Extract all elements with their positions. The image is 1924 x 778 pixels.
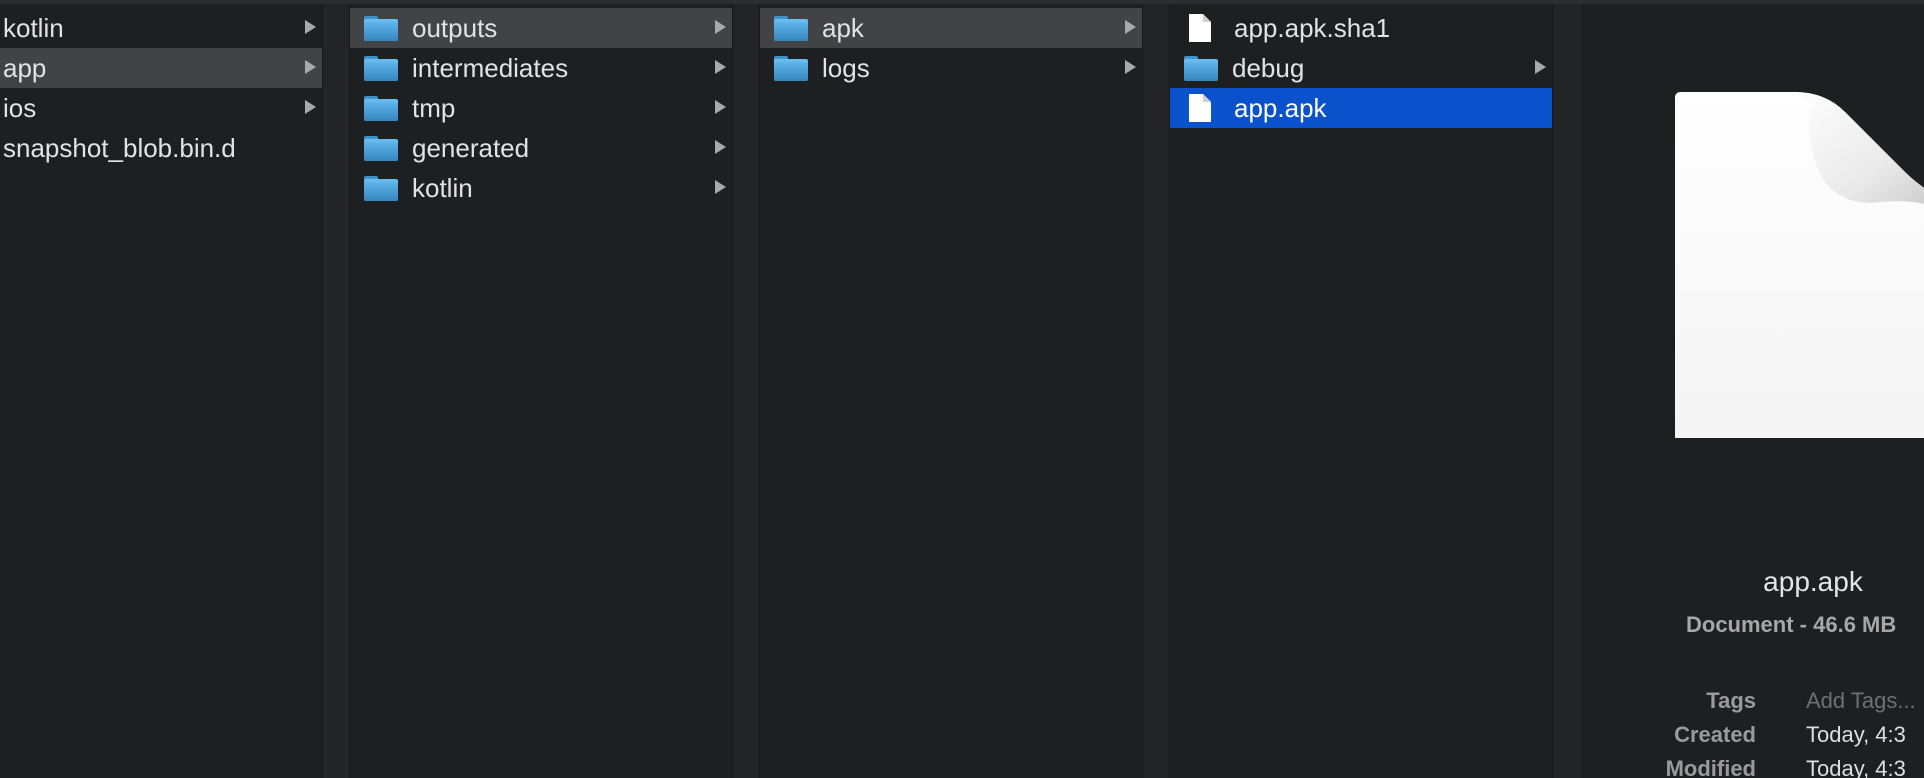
list-item-label: app.apk.sha1	[1234, 12, 1391, 43]
finder-column-browser: kotlin app ios snapshot_blob.bin.d outputs i…	[0, 0, 1924, 778]
add-tags-field[interactable]: Add Tags...	[1806, 688, 1916, 714]
folder-icon	[364, 55, 398, 81]
list-item-label: apk	[822, 12, 864, 43]
disclosure-arrow-icon	[715, 20, 726, 34]
column-4[interactable]: app.apk.sha1 debug app.apk	[1170, 4, 1552, 778]
disclosure-arrow-icon	[715, 100, 726, 114]
folder-icon	[774, 15, 808, 41]
column-divider[interactable]	[732, 4, 760, 778]
disclosure-arrow-icon	[305, 60, 316, 74]
column-3[interactable]: apk logs	[760, 4, 1142, 778]
list-item[interactable]: intermediates	[350, 48, 732, 88]
column-2[interactable]: outputs intermediates tmp generated kotlin	[350, 4, 732, 778]
list-item-label: app	[3, 52, 47, 83]
list-item-label: intermediates	[412, 52, 569, 83]
disclosure-arrow-icon	[1125, 60, 1136, 74]
list-item-label: snapshot_blob.bin.d	[3, 132, 236, 163]
document-large-icon	[1675, 92, 1924, 447]
disclosure-arrow-icon	[715, 180, 726, 194]
document-icon	[1188, 13, 1212, 43]
list-item[interactable]: app	[0, 48, 322, 88]
metadata-value: Today, 4:3	[1806, 722, 1906, 747]
preview-file-name: app.apk	[1763, 566, 1863, 597]
metadata-key: Modified	[1665, 756, 1756, 778]
column-divider[interactable]	[1552, 4, 1583, 778]
folder-icon	[364, 15, 398, 41]
list-item[interactable]: kotlin	[0, 8, 322, 48]
metadata-row-tags: Tags Add Tags...	[1583, 688, 1924, 718]
list-item-label: kotlin	[412, 172, 473, 203]
folder-icon	[364, 175, 398, 201]
list-item-label: logs	[822, 52, 870, 83]
metadata-value: Today, 4:3	[1806, 756, 1906, 778]
list-item[interactable]: apk	[760, 8, 1142, 48]
list-item[interactable]: generated	[350, 128, 732, 168]
list-item[interactable]: app.apk	[1170, 88, 1552, 128]
list-item-label: app.apk	[1234, 92, 1327, 123]
list-item-label: ios	[3, 92, 37, 123]
list-item[interactable]: kotlin	[350, 168, 732, 208]
document-icon	[1188, 93, 1212, 123]
disclosure-arrow-icon	[715, 60, 726, 74]
folder-icon	[364, 135, 398, 161]
list-item-label: tmp	[412, 92, 456, 123]
folder-icon	[774, 55, 808, 81]
list-item[interactable]: logs	[760, 48, 1142, 88]
metadata-row-created: Created Today, 4:3	[1583, 722, 1924, 752]
disclosure-arrow-icon	[305, 100, 316, 114]
disclosure-arrow-icon	[715, 140, 726, 154]
disclosure-arrow-icon	[1535, 60, 1546, 74]
list-item[interactable]: outputs	[350, 8, 732, 48]
list-item[interactable]: tmp	[350, 88, 732, 128]
folder-icon	[364, 95, 398, 121]
list-item[interactable]: snapshot_blob.bin.d	[0, 128, 322, 168]
metadata-key: Tags	[1706, 688, 1756, 713]
list-item-label: generated	[412, 132, 530, 163]
folder-icon	[1184, 55, 1218, 81]
list-item-label: debug	[1232, 52, 1305, 83]
column-divider[interactable]	[322, 4, 350, 778]
column-divider[interactable]	[1142, 4, 1170, 778]
preview-pane: app.apk Document - 46.6 MB Tags Add Tags…	[1583, 4, 1924, 778]
metadata-row-modified: Modified Today, 4:3	[1583, 756, 1924, 778]
preview-file-kind: Document - 46.6 MB	[1686, 612, 1897, 637]
disclosure-arrow-icon	[305, 20, 316, 34]
disclosure-arrow-icon	[1125, 20, 1136, 34]
list-item[interactable]: app.apk.sha1	[1170, 8, 1552, 48]
metadata-key: Created	[1674, 722, 1756, 747]
list-item-label: outputs	[412, 12, 498, 43]
column-1[interactable]: kotlin app ios snapshot_blob.bin.d	[0, 4, 322, 778]
list-item-label: kotlin	[3, 12, 64, 43]
list-item[interactable]: debug	[1170, 48, 1552, 88]
list-item[interactable]: ios	[0, 88, 322, 128]
